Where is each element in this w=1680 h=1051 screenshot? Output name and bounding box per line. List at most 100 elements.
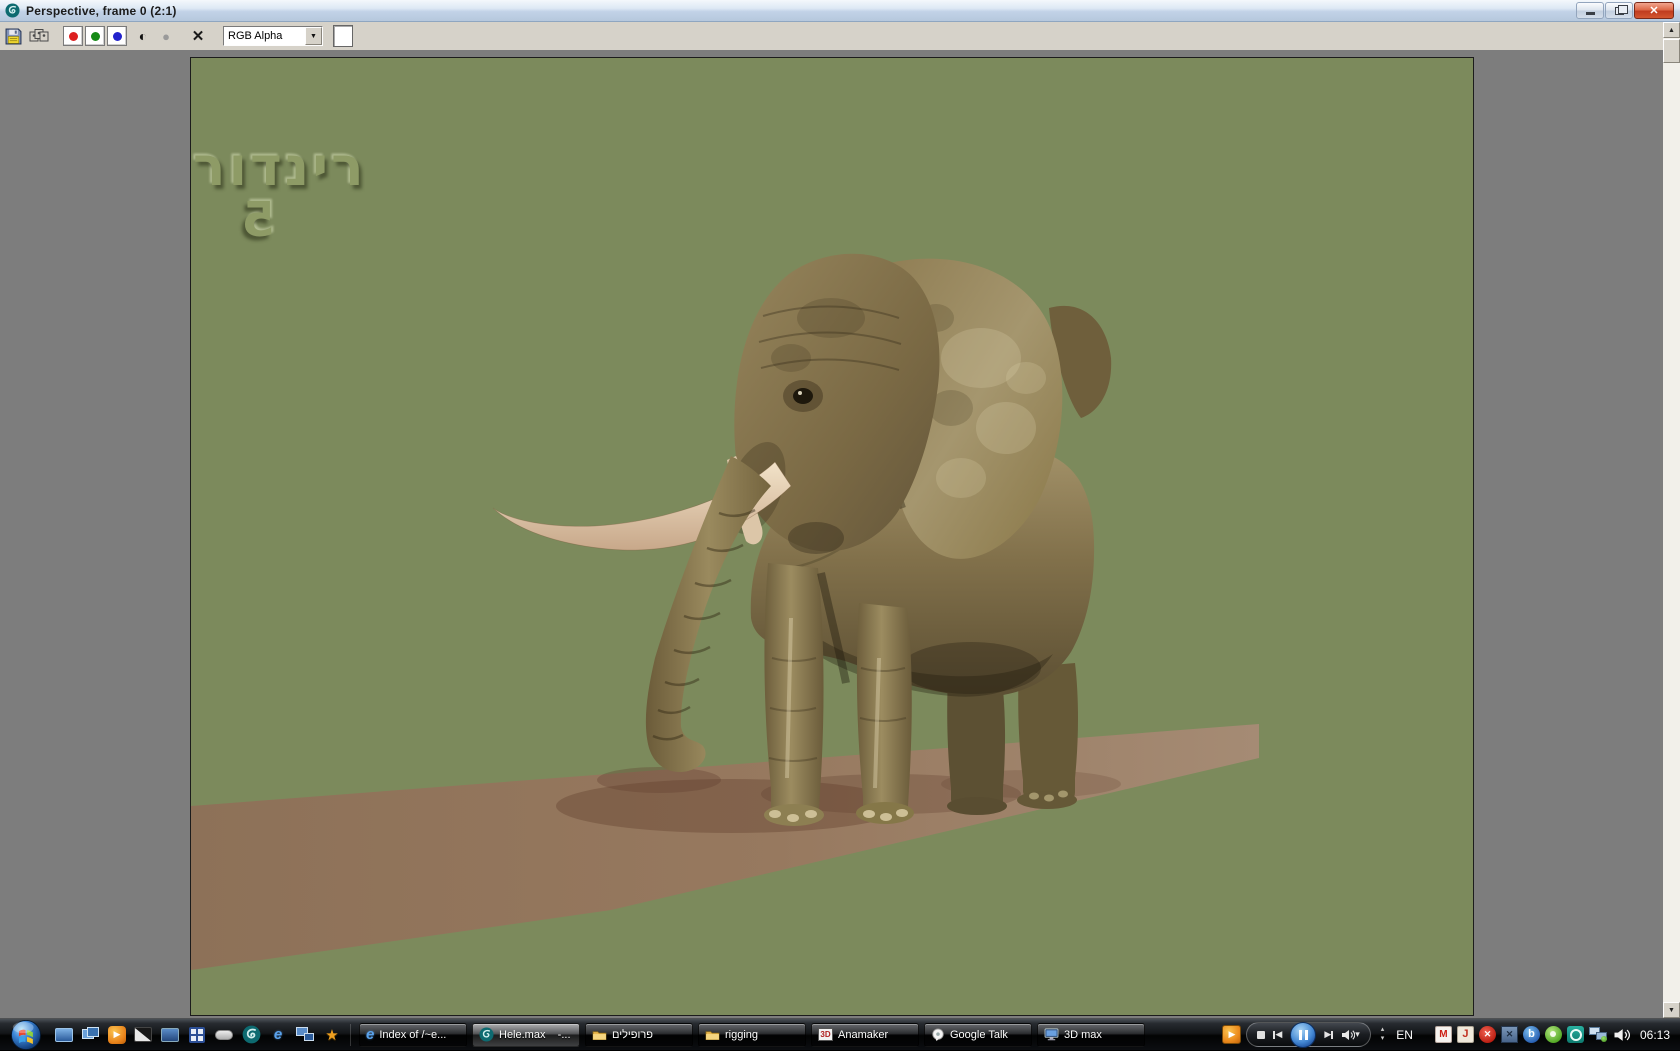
3dsmax-icon — [479, 1027, 494, 1042]
render-watermark: רינדור 5 — [193, 140, 367, 244]
volume-caret-icon: ▾ — [1355, 1030, 1360, 1039]
pause-button[interactable] — [1290, 1022, 1316, 1048]
blue-channel-button[interactable] — [107, 26, 127, 46]
wmp-taskband-icon[interactable]: ▶ — [1222, 1025, 1241, 1044]
switch-windows-icon[interactable] — [81, 1025, 101, 1045]
minimize-button[interactable] — [1576, 2, 1604, 19]
clear-button[interactable]: ✕ — [185, 27, 211, 45]
scroll-up-button[interactable]: ▲ — [1663, 22, 1680, 38]
drive-icon[interactable] — [214, 1025, 234, 1045]
title-bar[interactable]: Perspective, frame 0 (2:1) ✕ — [0, 0, 1680, 22]
previous-icon: ◀ — [1275, 1030, 1282, 1039]
capture-monitor-icon[interactable] — [133, 1025, 153, 1045]
media-player-icon[interactable]: ▶ — [108, 1026, 126, 1044]
restore-button[interactable] — [1605, 2, 1633, 19]
close-button[interactable]: ✕ — [1634, 2, 1674, 19]
task-buttons: e Index of /~e... Hele.max -... פרופילים… — [359, 1023, 1145, 1047]
clone-window-button[interactable] — [29, 28, 49, 44]
green-channel-icon — [91, 32, 100, 41]
internet-explorer-icon: e — [366, 1027, 374, 1042]
taskbar-clock[interactable]: 06:13 — [1640, 1028, 1670, 1042]
elephant-render — [191, 58, 1474, 1016]
start-button[interactable] — [10, 1019, 42, 1051]
folder-icon — [705, 1029, 720, 1041]
channel-display-dropdown[interactable]: RGB Alpha ▼ — [223, 26, 323, 46]
expand-down-icon: ▾ — [1381, 1035, 1385, 1043]
google-talk-tray-icon[interactable] — [1545, 1026, 1562, 1043]
vertical-scrollbar[interactable]: ▲ ▼ — [1663, 22, 1680, 1018]
task-label: Anamaker — [838, 1029, 888, 1041]
quick-launch-bar: ▶ e ★ — [54, 1025, 342, 1045]
internet-explorer-icon[interactable]: e — [268, 1025, 288, 1045]
chevron-down-icon: ▼ — [310, 33, 317, 40]
scroll-down-button[interactable]: ▼ — [1663, 1002, 1680, 1018]
volume-button[interactable]: ▾ — [1341, 1029, 1360, 1041]
task-label: 3D max — [1064, 1029, 1102, 1041]
security-alert-icon[interactable]: ✕ — [1479, 1026, 1496, 1043]
media-app-tray-icon[interactable] — [1567, 1026, 1584, 1043]
rendered-frame-window: Perspective, frame 0 (2:1) ✕ — [0, 0, 1680, 1018]
green-channel-button[interactable] — [85, 26, 105, 46]
alpha-icon: ● — [162, 29, 170, 44]
watermark-line1: רינדור — [193, 140, 367, 194]
rfw-toolbar: ◐ ● ✕ RGB Alpha ▼ — [0, 22, 1663, 50]
notification-area: M J ✕ ✕ b — [1435, 1026, 1630, 1043]
scrollbar-thumb[interactable] — [1663, 39, 1680, 63]
scroll-up-icon: ▲ — [1668, 27, 1675, 34]
show-desktop-icon[interactable] — [54, 1025, 74, 1045]
previous-track-button[interactable]: ◀ — [1273, 1030, 1282, 1039]
task-rigging-folder[interactable]: rigging — [698, 1023, 806, 1047]
anamaker-icon: 3D — [818, 1028, 833, 1041]
red-channel-button[interactable] — [63, 26, 83, 46]
language-indicator[interactable]: EN — [1396, 1028, 1413, 1042]
background-color-swatch[interactable] — [333, 25, 353, 47]
rendered-image: רינדור 5 — [190, 57, 1474, 1016]
wmp-mini-player: ◀ ▶ ▾ — [1246, 1022, 1370, 1047]
task-label: פרופילים — [612, 1029, 653, 1041]
monitor-icon — [1044, 1028, 1059, 1041]
gmail-notifier-icon[interactable]: M — [1435, 1026, 1452, 1043]
taskbar-divider — [350, 1024, 351, 1046]
watermark-line2: 5 — [239, 196, 275, 244]
volume-tray-icon[interactable] — [1613, 1028, 1630, 1042]
next-track-button[interactable]: ▶ — [1324, 1030, 1333, 1039]
app-grid-icon[interactable] — [187, 1025, 207, 1045]
floppy-disk-icon — [5, 28, 22, 45]
dropdown-arrow-button[interactable]: ▼ — [305, 27, 322, 45]
clone-icon — [29, 28, 49, 44]
save-image-button[interactable] — [5, 28, 22, 45]
task-label: Hele.max -... — [499, 1029, 571, 1041]
task-google-talk[interactable]: Google Talk — [924, 1023, 1032, 1047]
image-viewer-icon[interactable]: ★ — [322, 1025, 342, 1045]
next-icon: ▶ — [1324, 1030, 1331, 1039]
clear-icon: ✕ — [192, 27, 205, 45]
java-icon[interactable]: J — [1457, 1026, 1474, 1043]
monochrome-button[interactable]: ◐ — [132, 28, 154, 44]
3dsmax-quicklaunch-icon[interactable] — [241, 1025, 261, 1045]
task-hele-max[interactable]: Hele.max -... — [472, 1023, 580, 1047]
red-channel-icon — [69, 32, 78, 41]
play-icon: ▶ — [114, 1029, 121, 1040]
task-3d-max[interactable]: 3D max — [1037, 1023, 1145, 1047]
monochrome-icon: ◐ — [139, 28, 147, 44]
folder-icon — [592, 1029, 607, 1041]
task-label: rigging — [725, 1029, 758, 1041]
babylon-icon[interactable]: b — [1523, 1026, 1540, 1043]
network-status-icon[interactable] — [1589, 1027, 1608, 1043]
task-profiles-folder[interactable]: פרופילים — [585, 1023, 693, 1047]
channel-display-value: RGB Alpha — [228, 30, 282, 42]
task-index-of[interactable]: e Index of /~e... — [359, 1023, 467, 1047]
task-anamaker[interactable]: 3D Anamaker — [811, 1023, 919, 1047]
taskbar: ▶ e ★ e Index of /~e... Hele.max -... — [0, 1018, 1680, 1050]
network-computers-icon[interactable] — [295, 1025, 315, 1045]
scroll-down-icon: ▼ — [1668, 1007, 1675, 1014]
blue-channel-icon — [113, 32, 122, 41]
close-icon: ✕ — [1649, 4, 1658, 17]
speaker-icon — [1341, 1029, 1355, 1041]
toolbar-expand-control[interactable]: ▴ ▾ — [1381, 1026, 1385, 1043]
stop-button[interactable] — [1257, 1031, 1265, 1039]
remote-desktop-icon[interactable] — [160, 1025, 180, 1045]
offline-drive-icon[interactable]: ✕ — [1501, 1026, 1518, 1043]
expand-up-icon: ▴ — [1381, 1026, 1385, 1034]
alpha-channel-button[interactable]: ● — [155, 29, 177, 44]
